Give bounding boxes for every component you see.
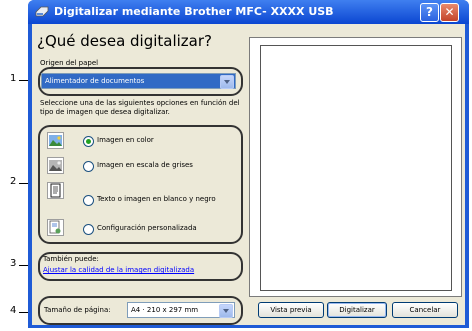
- cancel-button[interactable]: Cancelar: [392, 302, 458, 318]
- adjust-quality-link[interactable]: Ajustar la calidad de la imagen digitali…: [43, 266, 194, 274]
- help-button[interactable]: ?: [420, 3, 439, 22]
- option-custom-radio[interactable]: [83, 224, 94, 235]
- option-custom-label[interactable]: Configuración personalizada: [97, 224, 197, 232]
- title-bar[interactable]: Digitalizar mediante Brother MFC- XXXX U…: [28, 0, 469, 24]
- option-color-radio[interactable]: [83, 136, 94, 147]
- page-title: ¿Qué desea digitalizar?: [37, 32, 213, 50]
- chevron-down-icon[interactable]: [220, 75, 234, 89]
- option-bw-label[interactable]: Texto o imagen en blanco y negro: [97, 195, 216, 203]
- bw-text-icon[interactable]: [47, 182, 64, 199]
- paper-source-value: Alimentador de documentos: [45, 77, 145, 85]
- page-size-label: Tamaño de página:: [44, 306, 111, 314]
- grayscale-image-icon[interactable]: [47, 157, 64, 174]
- close-button[interactable]: ✕: [440, 3, 459, 22]
- chevron-down-icon[interactable]: [219, 304, 233, 318]
- preview-page[interactable]: [260, 45, 452, 291]
- option-bw-radio[interactable]: [83, 195, 94, 206]
- page-size-value: A4 · 210 x 297 mm: [131, 306, 199, 314]
- paper-source-dropdown[interactable]: Alimentador de documentos: [41, 73, 236, 89]
- paper-source-label: Origen del papel: [40, 59, 99, 67]
- scanner-app-icon: [35, 6, 49, 17]
- scan-button[interactable]: Digitalizar: [327, 302, 387, 318]
- also-label: También puede:: [43, 255, 99, 263]
- preview-button[interactable]: Vista previa: [258, 302, 324, 318]
- window-title: Digitalizar mediante Brother MFC- XXXX U…: [54, 5, 334, 18]
- callout-2: 2: [10, 176, 17, 187]
- option-grayscale-label[interactable]: Imagen en escala de grises: [97, 161, 193, 169]
- callout-3: 3: [10, 258, 17, 269]
- page-size-dropdown[interactable]: A4 · 210 x 297 mm: [127, 302, 235, 318]
- callout-1: 1: [10, 73, 17, 84]
- callout-4: 4: [10, 305, 17, 316]
- color-image-icon[interactable]: [47, 132, 64, 149]
- instructions-text: Seleccione una de las siguientes opcione…: [40, 99, 240, 116]
- option-grayscale-radio[interactable]: [83, 161, 94, 172]
- custom-settings-icon[interactable]: [47, 219, 64, 236]
- option-color-label[interactable]: Imagen en color: [97, 136, 154, 144]
